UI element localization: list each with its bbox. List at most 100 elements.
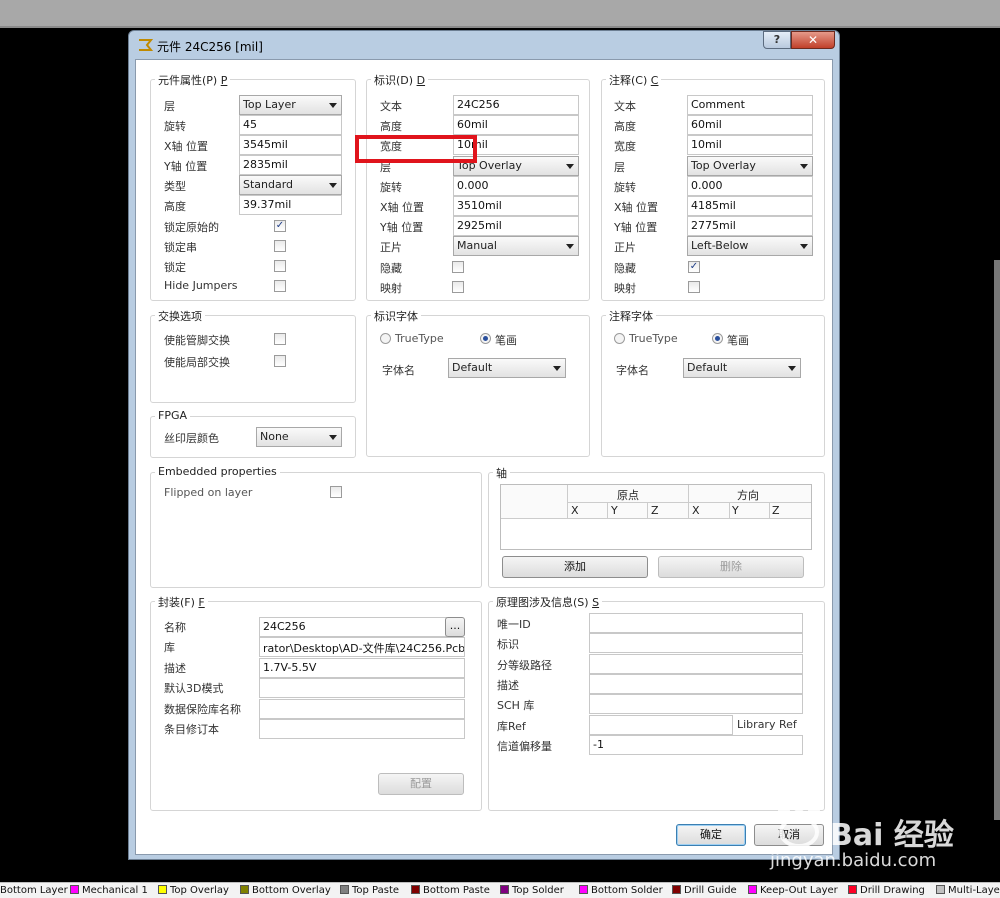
comp-prop-field-3[interactable]: 2835mil: [239, 155, 342, 175]
part-swap-label: 使能局部交换: [164, 356, 230, 369]
designator-field-6[interactable]: 2925mil: [453, 216, 579, 237]
designator-check-label-0: 隐藏: [380, 262, 402, 275]
comp-prop-field-2[interactable]: 3545mil: [239, 135, 342, 155]
designator-label-5: X轴 位置: [380, 201, 425, 214]
designator-field-4[interactable]: 0.000: [453, 175, 579, 196]
comment-field-1[interactable]: 60mil: [687, 115, 813, 136]
rotation-highlight-box: [355, 135, 477, 163]
schematic-field-2[interactable]: [589, 653, 803, 674]
comment-truetype-label: TrueType: [629, 332, 678, 345]
schematic-field-6[interactable]: -1: [589, 734, 803, 755]
component-dialog: 元件 24C256 [mil] ? ✕ 元件属性(P) P 层 Top Layer…: [128, 30, 840, 860]
schematic-label-0: 唯一ID: [497, 618, 531, 631]
silk-color-select[interactable]: None: [256, 427, 342, 447]
designator-font-select[interactable]: Default: [448, 358, 566, 378]
comment-select-7[interactable]: Left-Below: [687, 236, 813, 257]
close-button[interactable]: ✕: [791, 31, 835, 49]
layer-tab-10[interactable]: Drill Drawing: [848, 885, 925, 897]
footprint-field-2[interactable]: 1.7V-5.5V: [259, 657, 465, 678]
layer-tab-6[interactable]: Top Solder: [500, 885, 564, 897]
comment-field-4[interactable]: 0.000: [687, 175, 813, 196]
footprint-field-1[interactable]: rator\Desktop\AD-文件库\24C256.PcbLib: [259, 637, 465, 658]
comment-checkbox-1[interactable]: [688, 281, 700, 293]
schematic-label-6: 信道偏移量: [497, 739, 552, 753]
chevron-down-icon: [566, 163, 574, 169]
footprint-browse-button[interactable]: ...: [445, 617, 465, 637]
designator-stroke-radio[interactable]: [480, 333, 491, 344]
comp-prop-field-1[interactable]: 45: [239, 115, 342, 135]
right-scrollbar[interactable]: [994, 260, 1000, 820]
layer-tab-3[interactable]: Bottom Overlay: [240, 885, 331, 897]
comment-field-0[interactable]: Comment: [687, 95, 813, 115]
footprint-field-4[interactable]: [259, 698, 465, 719]
dialog-titlebar[interactable]: 元件 24C256 [mil] ? ✕: [129, 31, 839, 59]
comment-field-2[interactable]: 10mil: [687, 135, 813, 156]
layer-tab-8[interactable]: Drill Guide: [672, 885, 737, 897]
chevron-down-icon: [800, 244, 808, 250]
layer-tab-5[interactable]: Bottom Paste: [411, 885, 490, 897]
comment-label-4: 旋转: [614, 180, 636, 194]
layer-tab-2[interactable]: Top Overlay: [158, 885, 229, 897]
comment-field-6[interactable]: 2775mil: [687, 216, 813, 237]
axis-table[interactable]: 原点 方向 X Y Z X Y Z: [500, 484, 812, 550]
paw-logo-icon: [778, 800, 820, 848]
layer-tab-9[interactable]: Keep-Out Layer: [748, 885, 838, 897]
comment-select-3[interactable]: Top Overlay: [687, 155, 813, 176]
schematic-label-2: 分等级路径: [497, 658, 552, 672]
designator-field-0[interactable]: 24C256: [453, 95, 579, 115]
schematic-field-5[interactable]: [589, 714, 733, 735]
designator-checkbox-1[interactable]: [452, 281, 464, 293]
layer-tab-1[interactable]: Mechanical 1: [70, 885, 148, 897]
axis-direction-z: Z: [772, 504, 780, 517]
comp-prop-label-5: 高度: [164, 200, 186, 213]
comment-stroke-radio[interactable]: [712, 333, 723, 344]
schematic-field-1[interactable]: [589, 633, 803, 654]
designator-font-legend: 标识字体: [371, 308, 421, 324]
schematic-field-3[interactable]: [589, 673, 803, 694]
layer-color-swatch: [240, 885, 249, 894]
footprint-field-3[interactable]: [259, 678, 465, 699]
designator-select-7[interactable]: Manual: [453, 236, 579, 257]
axis-origin-y: Y: [611, 504, 618, 517]
comp-prop-select-4[interactable]: Standard: [239, 175, 342, 195]
designator-field-1[interactable]: 60mil: [453, 115, 579, 136]
help-button[interactable]: ?: [763, 31, 791, 49]
comment-label-1: 高度: [614, 120, 636, 134]
ok-button[interactable]: 确定: [676, 824, 746, 846]
footprint-field-5[interactable]: [259, 719, 465, 739]
axis-origin-z: Z: [651, 504, 659, 517]
comment-truetype-radio[interactable]: [614, 333, 625, 344]
comp-prop-checkbox-1[interactable]: [274, 240, 286, 252]
designator-checkbox-0[interactable]: [452, 261, 464, 273]
comment-legend: 注释(C) C: [606, 72, 662, 88]
flipped-on-layer-checkbox[interactable]: [330, 486, 342, 498]
comment-font-select[interactable]: Default: [683, 358, 801, 378]
comp-prop-label-1: 旋转: [164, 120, 186, 133]
designator-field-5[interactable]: 3510mil: [453, 196, 579, 216]
axis-delete-button[interactable]: 删除: [658, 556, 804, 578]
comp-prop-select-0[interactable]: Top Layer: [239, 95, 342, 115]
comp-prop-checkbox-3[interactable]: [274, 280, 286, 292]
axis-add-button[interactable]: 添加: [502, 556, 648, 578]
part-swap-checkbox[interactable]: [274, 355, 286, 367]
schematic-field-4[interactable]: [589, 694, 803, 715]
layer-tab-0[interactable]: Bottom Layer: [0, 885, 68, 897]
dialog-client: 元件属性(P) P 层 Top Layer 旋转 45 X轴 位置 3545mil Y轴 位…: [135, 59, 833, 855]
schematic-field-0[interactable]: [589, 613, 803, 633]
schematic-legend: 原理图涉及信息(S) S: [493, 594, 603, 610]
axis-direction-header: 方向: [737, 489, 759, 502]
comment-field-5[interactable]: 4185mil: [687, 196, 813, 216]
footprint-label-1: 库: [164, 641, 175, 655]
footprint-config-button[interactable]: 配置: [378, 773, 464, 795]
pin-swap-checkbox[interactable]: [274, 333, 286, 345]
layer-tab-11[interactable]: Multi-Layer: [936, 885, 1000, 897]
footprint-label-2: 描述: [164, 661, 186, 675]
comp-prop-field-5[interactable]: 39.37mil: [239, 195, 342, 215]
comment-checkbox-0[interactable]: ✓: [688, 261, 700, 273]
comp-prop-checkbox-2[interactable]: [274, 260, 286, 272]
layer-tab-4[interactable]: Top Paste: [340, 885, 399, 897]
designator-truetype-radio[interactable]: [380, 333, 391, 344]
footprint-field-0[interactable]: 24C256: [259, 617, 447, 637]
layer-tab-7[interactable]: Bottom Solder: [579, 885, 663, 897]
comp-prop-checkbox-0[interactable]: ✓: [274, 220, 286, 232]
